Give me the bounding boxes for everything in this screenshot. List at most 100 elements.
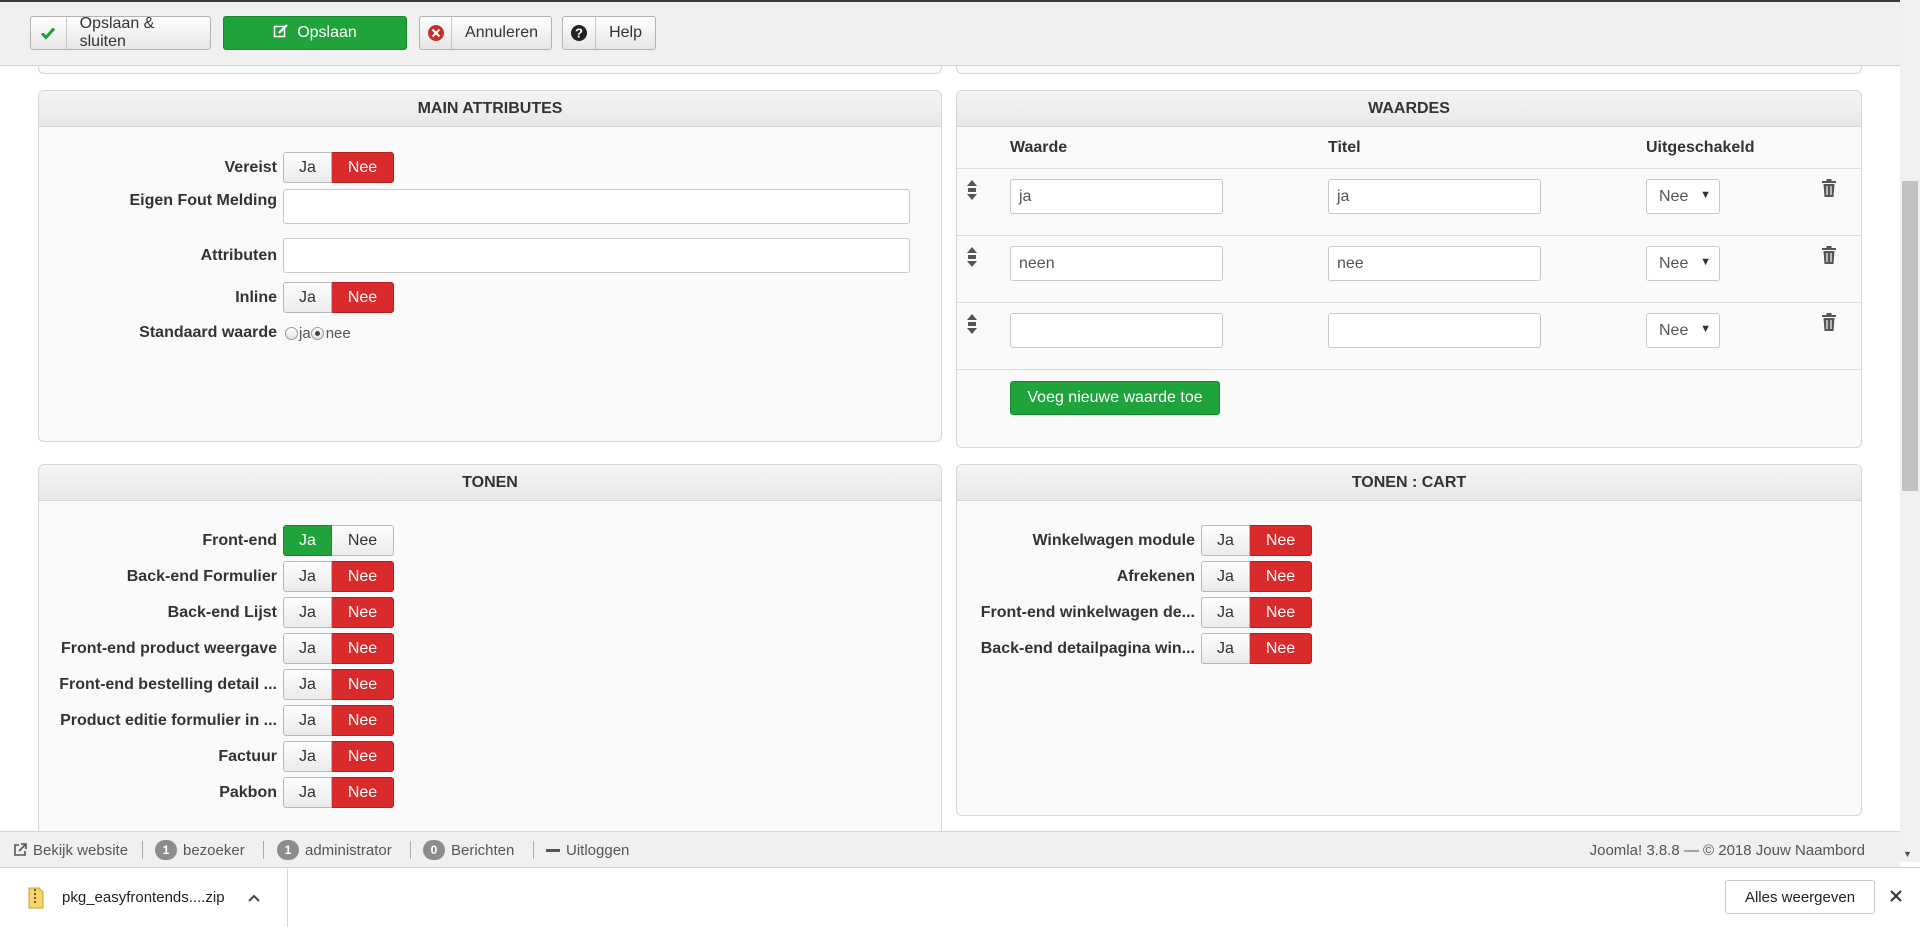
chevron-up-icon[interactable] bbox=[247, 890, 261, 906]
radio-nee[interactable] bbox=[310, 326, 324, 340]
tonen-item: Pakbon Ja Nee bbox=[39, 777, 394, 808]
logout-label: Uitloggen bbox=[566, 841, 630, 859]
value-input[interactable]: ja bbox=[1010, 179, 1223, 214]
logout-link[interactable]: Uitloggen bbox=[546, 832, 629, 868]
required-toggle[interactable]: Ja Nee bbox=[283, 152, 394, 183]
disabled-select[interactable]: Nee ▼ bbox=[1646, 246, 1720, 281]
toggle-no[interactable]: Nee bbox=[332, 152, 394, 183]
radio-ja[interactable] bbox=[285, 326, 298, 340]
toggle-no[interactable]: Nee bbox=[332, 669, 394, 700]
toggle-no[interactable]: Nee bbox=[332, 561, 394, 592]
table-row: neen nee Nee ▼ bbox=[957, 235, 1861, 302]
waardes-panel: WAARDES Waarde Titel Uitgeschakeld ja ja… bbox=[956, 90, 1862, 448]
custom-error-input[interactable] bbox=[283, 189, 910, 224]
toggle-yes[interactable]: Ja bbox=[1201, 597, 1250, 628]
scroll-down-icon[interactable]: ▼ bbox=[1903, 849, 1912, 859]
cart-item: Front-end winkelwagen de... Ja Nee bbox=[957, 597, 1312, 628]
cart-toggle[interactable]: Ja Nee bbox=[1201, 633, 1312, 664]
download-item[interactable]: pkg_easyfrontends....zip bbox=[0, 868, 288, 927]
cart-toggle[interactable]: Ja Nee bbox=[1201, 561, 1312, 592]
toggle-yes[interactable]: Ja bbox=[1201, 633, 1250, 664]
cancel-icon bbox=[420, 17, 453, 49]
cart-toggle[interactable]: Ja Nee bbox=[1201, 525, 1312, 556]
disabled-select[interactable]: Nee ▼ bbox=[1646, 313, 1720, 348]
title-input[interactable] bbox=[1328, 313, 1541, 348]
drag-handle-icon[interactable] bbox=[965, 179, 979, 206]
toggle-no[interactable]: Nee bbox=[1250, 525, 1312, 556]
attributes-input[interactable] bbox=[283, 238, 910, 273]
zip-file-icon bbox=[28, 887, 44, 909]
cart-item-label: Front-end winkelwagen de... bbox=[980, 603, 1195, 621]
required-label: Vereist bbox=[224, 158, 277, 176]
tonen-toggle[interactable]: Ja Nee bbox=[283, 561, 394, 592]
value-input[interactable]: neen bbox=[1010, 246, 1223, 281]
add-value-button[interactable]: Voeg nieuwe waarde toe bbox=[1010, 381, 1220, 415]
attributes-row: Attributen bbox=[39, 238, 910, 273]
divider bbox=[263, 841, 264, 859]
toggle-no[interactable]: Nee bbox=[332, 741, 394, 772]
value-input[interactable] bbox=[1010, 313, 1223, 348]
toggle-no[interactable]: Nee bbox=[332, 633, 394, 664]
toggle-yes[interactable]: Ja bbox=[283, 152, 332, 183]
check-icon bbox=[31, 17, 67, 49]
drag-handle-icon[interactable] bbox=[965, 313, 979, 340]
tonen-toggle[interactable]: Ja Nee bbox=[283, 633, 394, 664]
tonen-toggle[interactable]: Ja Nee bbox=[283, 741, 394, 772]
trash-icon[interactable] bbox=[1821, 312, 1837, 337]
tonen-toggle[interactable]: Ja Nee bbox=[283, 705, 394, 736]
help-button[interactable]: ? Help bbox=[562, 16, 656, 50]
cancel-button[interactable]: Annuleren bbox=[419, 16, 552, 50]
caret-down-icon: ▼ bbox=[1700, 256, 1711, 268]
cart-toggle[interactable]: Ja Nee bbox=[1201, 597, 1312, 628]
toggle-yes[interactable]: Ja bbox=[1201, 525, 1250, 556]
toggle-yes[interactable]: Ja bbox=[283, 705, 332, 736]
trash-icon[interactable] bbox=[1821, 178, 1837, 203]
toggle-yes[interactable]: Ja bbox=[283, 633, 332, 664]
main-attributes-title: MAIN ATTRIBUTES bbox=[39, 91, 941, 127]
toggle-no[interactable]: Nee bbox=[332, 777, 394, 808]
toggle-no[interactable]: Nee bbox=[1250, 633, 1312, 664]
visitors-badge: 1 bbox=[155, 840, 177, 860]
toggle-no[interactable]: Nee bbox=[1250, 561, 1312, 592]
tonen-item: Back-end Lijst Ja Nee bbox=[39, 597, 394, 628]
tonen-item: Front-end product weergave Ja Nee bbox=[39, 633, 394, 664]
toggle-yes[interactable]: Ja bbox=[283, 525, 332, 556]
disabled-select[interactable]: Nee ▼ bbox=[1646, 179, 1720, 214]
cart-item: Afrekenen Ja Nee bbox=[957, 561, 1312, 592]
drag-handle-icon[interactable] bbox=[965, 246, 979, 273]
toggle-yes[interactable]: Ja bbox=[283, 741, 332, 772]
close-icon[interactable] bbox=[1889, 889, 1903, 908]
scrollbar-thumb[interactable] bbox=[1902, 181, 1918, 491]
toggle-yes[interactable]: Ja bbox=[283, 777, 332, 808]
save-button[interactable]: Opslaan bbox=[223, 16, 407, 50]
table-footer-row: Voeg nieuwe waarde toe bbox=[957, 369, 1861, 447]
tonen-toggle[interactable]: Ja Nee bbox=[283, 777, 394, 808]
inline-toggle[interactable]: Ja Nee bbox=[283, 282, 394, 313]
tonen-toggle[interactable]: Ja Nee bbox=[283, 525, 394, 556]
tonen-item-label: Factuur bbox=[218, 747, 277, 765]
messages-link[interactable]: 0 Berichten bbox=[423, 832, 514, 868]
save-close-button[interactable]: Opslaan & sluiten bbox=[30, 15, 211, 50]
toggle-yes[interactable]: Ja bbox=[283, 561, 332, 592]
toggle-yes[interactable]: Ja bbox=[283, 282, 332, 313]
view-site-link[interactable]: Bekijk website bbox=[13, 832, 128, 868]
toggle-no[interactable]: Nee bbox=[332, 282, 394, 313]
toggle-no[interactable]: Nee bbox=[332, 525, 394, 556]
svg-text:?: ? bbox=[575, 26, 583, 41]
title-input[interactable]: nee bbox=[1328, 246, 1541, 281]
messages-badge: 0 bbox=[423, 840, 445, 860]
tonen-toggle[interactable]: Ja Nee bbox=[283, 669, 394, 700]
radio-ja-label: ja bbox=[299, 324, 311, 342]
title-input[interactable]: ja bbox=[1328, 179, 1541, 214]
messages-label: Berichten bbox=[451, 841, 515, 859]
toggle-yes[interactable]: Ja bbox=[1201, 561, 1250, 592]
toggle-yes[interactable]: Ja bbox=[283, 597, 332, 628]
visitors-label: bezoeker bbox=[183, 841, 245, 859]
show-all-button[interactable]: Alles weergeven bbox=[1725, 880, 1875, 914]
toggle-yes[interactable]: Ja bbox=[283, 669, 332, 700]
tonen-toggle[interactable]: Ja Nee bbox=[283, 597, 394, 628]
trash-icon[interactable] bbox=[1821, 245, 1837, 270]
toggle-no[interactable]: Nee bbox=[332, 705, 394, 736]
toggle-no[interactable]: Nee bbox=[332, 597, 394, 628]
toggle-no[interactable]: Nee bbox=[1250, 597, 1312, 628]
